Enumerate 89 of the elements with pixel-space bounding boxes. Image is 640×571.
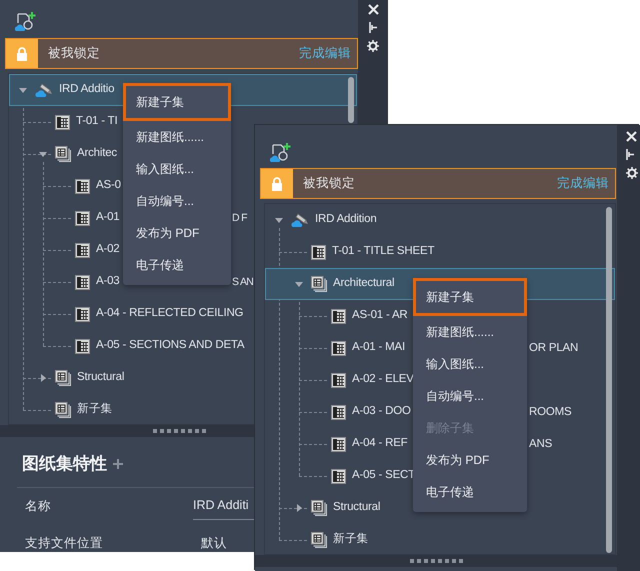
caret-icon[interactable] [39, 152, 47, 156]
caret-icon[interactable] [19, 88, 27, 92]
tree-item[interactable]: Structural [333, 499, 380, 517]
tree-item[interactable]: T-01 - TI [76, 113, 118, 131]
tree-item[interactable]: A-02 [96, 241, 120, 259]
tree-item[interactable]: A-03 - DOO [352, 403, 411, 421]
sheet-icon [331, 308, 346, 324]
tree-item[interactable]: 新子集 [77, 401, 112, 419]
finish-editing-link[interactable]: 完成编辑 [299, 44, 351, 63]
menu-item[interactable]: 自动编号... [413, 380, 527, 412]
tree-item[interactable]: A-05 - SECTIONS AND DETA [96, 337, 244, 355]
property-label: 名称 [25, 498, 52, 515]
close-icon[interactable] [368, 4, 378, 15]
subset-icon [55, 370, 71, 386]
sheet-icon [75, 210, 90, 226]
tree-item[interactable]: A-02 - ELEV [352, 371, 414, 389]
subset-icon [311, 500, 327, 516]
add-icon[interactable] [113, 458, 123, 469]
menu-item[interactable]: 发布为 PDF [413, 444, 527, 476]
lock-status-label: 被我锁定 [48, 45, 100, 62]
tree-item[interactable]: Structural [77, 369, 124, 387]
tree-item[interactable]: A-04 - REFLECTED CEILING [96, 305, 244, 323]
tree-item[interactable]: D F [232, 211, 247, 227]
close-icon[interactable] [626, 131, 637, 142]
pin-icon[interactable] [368, 22, 378, 33]
caret-icon[interactable] [40, 374, 46, 382]
menu-item[interactable]: 新建图纸...... [413, 316, 527, 348]
caret-icon[interactable] [295, 282, 303, 286]
sheet-icon [331, 436, 346, 452]
menu-item[interactable]: 新建子集 [123, 83, 231, 121]
sheet-icon [331, 340, 346, 356]
finish-editing-link[interactable]: 完成编辑 [557, 174, 609, 193]
sheet-icon [331, 372, 346, 388]
menu-item[interactable]: 电子传递 [123, 249, 231, 281]
tree-item[interactable]: S AN [232, 275, 254, 291]
subset-icon [311, 532, 327, 548]
tree-item[interactable]: A-01 - MAI [352, 339, 405, 357]
tree-item[interactable]: A-03 [96, 273, 120, 291]
sheet-icon [311, 244, 326, 260]
caret-icon[interactable] [275, 218, 283, 222]
tree-item[interactable]: IRD Addition [315, 211, 377, 229]
menu-item[interactable]: 输入图纸... [123, 153, 231, 185]
sheet-icon [331, 404, 346, 420]
tree-item[interactable]: Architec [77, 145, 117, 163]
tree-item[interactable]: AS-01 - AR [352, 307, 408, 325]
menu-item[interactable]: 电子传递 [413, 476, 527, 508]
lock-status-label: 被我锁定 [303, 175, 355, 192]
subset-icon [55, 146, 71, 162]
sheet-icon [75, 306, 90, 322]
tree-item[interactable]: 新子集 [333, 531, 368, 549]
tree-item[interactable]: T-01 - TITLE SHEET [332, 243, 434, 261]
menu-item[interactable]: 输入图纸... [413, 348, 527, 380]
caret-icon[interactable] [296, 504, 302, 512]
menu-item[interactable]: 新建图纸...... [123, 121, 231, 153]
tree-item[interactable]: A-05 - SECT [352, 467, 415, 485]
tree-item[interactable]: A-01 [96, 209, 120, 227]
tree-item[interactable]: AS-0 [96, 177, 121, 195]
sheet-icon [331, 468, 346, 484]
lock-icon [6, 39, 38, 68]
tree-item[interactable]: IRD Additio [59, 81, 114, 99]
splitter-handle[interactable] [255, 555, 617, 567]
menu-item[interactable]: 新建子集 [413, 278, 527, 316]
settings-icon[interactable] [626, 167, 638, 179]
section-title: 图纸集特性 [22, 453, 107, 475]
menu-item[interactable]: 自动编号... [123, 185, 231, 217]
sheet-icon [55, 114, 70, 130]
sheet-icon [75, 274, 90, 290]
sheet-icon [75, 178, 90, 194]
sheet-icon [75, 338, 90, 354]
scrollbar-thumb[interactable] [348, 77, 354, 123]
property-label: 支持文件位置 [25, 534, 104, 552]
subset-icon [55, 402, 71, 418]
sheet-set-icon [291, 212, 309, 228]
tree-item[interactable]: Architectural [333, 275, 394, 293]
tree-item[interactable]: ROOMS [529, 404, 572, 422]
property-value: 默认 [200, 534, 227, 552]
lock-icon [261, 169, 293, 198]
new-sheet-set-icon[interactable] [270, 142, 291, 164]
scrollbar-thumb[interactable] [606, 207, 612, 553]
subset-icon [311, 276, 327, 292]
menu-item[interactable]: 发布为 PDF [123, 217, 231, 249]
tree-item[interactable]: OR PLAN [529, 340, 578, 358]
new-sheet-set-icon[interactable] [15, 11, 36, 32]
pin-icon[interactable] [626, 149, 635, 160]
settings-icon[interactable] [367, 40, 379, 52]
tree-item[interactable]: A-04 - REF [352, 435, 408, 453]
tree-item[interactable]: ANS [529, 436, 552, 454]
sheet-set-icon [35, 82, 53, 98]
sheet-icon [75, 242, 90, 258]
